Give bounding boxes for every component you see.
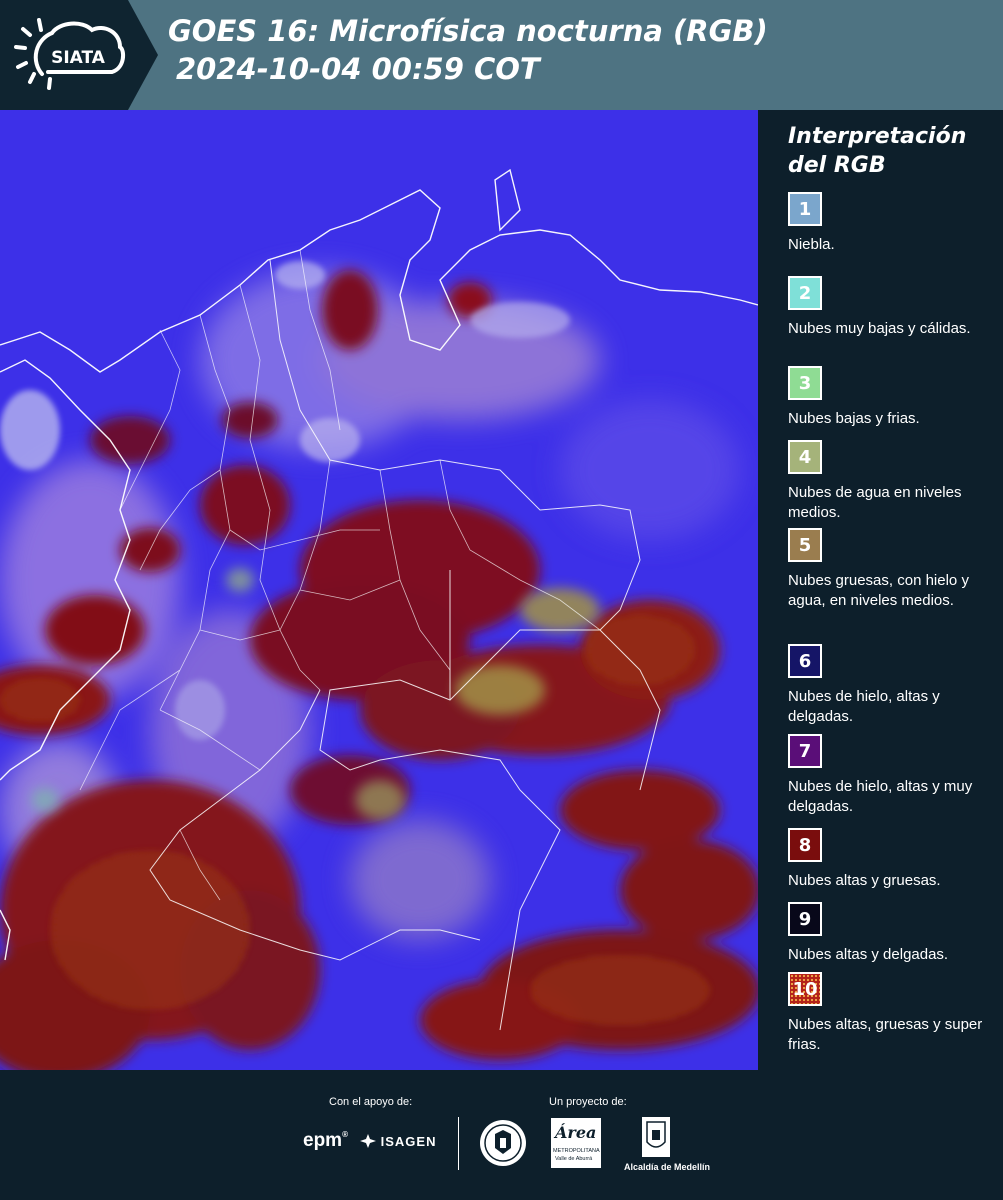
- legend-item: 4 Nubes de agua en niveles medios.: [788, 440, 993, 523]
- legend-item: 9 Nubes altas y delgadas.: [788, 902, 993, 965]
- legend-item: 8 Nubes altas y gruesas.: [788, 828, 993, 891]
- satellite-map: [0, 110, 758, 1070]
- page-title: GOES 16: Microfísica nocturna (RGB): [168, 14, 768, 48]
- legend-item: 2 Nubes muy bajas y cálidas.: [788, 276, 993, 339]
- isagen-mark-icon: [360, 1134, 376, 1148]
- legend-label: Nubes muy bajas y cálidas.: [788, 320, 971, 337]
- legend-swatch: 6: [788, 644, 822, 678]
- footer-divider: [458, 1117, 459, 1170]
- legend-item: 1 Niebla.: [788, 192, 993, 255]
- legend-swatch: 5: [788, 528, 822, 562]
- legend-label: Nubes altas y delgadas.: [788, 946, 949, 963]
- isagen-logo: ISAGEN: [360, 1134, 436, 1149]
- area-metropolitana-logo: Área METROPOLITANA Valle de Aburrá: [551, 1118, 601, 1168]
- epm-logo: epm®: [303, 1130, 348, 1152]
- legend-item: 7 Nubes de hielo, altas y muy delgadas.: [788, 734, 993, 817]
- legend-swatch: 8: [788, 828, 822, 862]
- legend-label: Nubes altas, gruesas y super frias.: [788, 1016, 983, 1053]
- isagen-logo-text: ISAGEN: [380, 1134, 437, 1149]
- legend-label: Niebla.: [788, 236, 835, 253]
- legend-title: Interpretación del RGB: [788, 124, 967, 178]
- legend-label: Nubes de hielo, altas y muy delgadas.: [788, 778, 973, 815]
- epm-registered-mark: ®: [342, 1130, 348, 1139]
- legend-panel: Interpretación del RGB 1 Niebla. 2 Nubes mu…: [758, 110, 1003, 1070]
- legend-item: 3 Nubes bajas y frias.: [788, 366, 993, 429]
- legend-item: 6 Nubes de hielo, altas y delgadas.: [788, 644, 993, 727]
- legend-label: Nubes gruesas, con hielo y agua, en nive…: [788, 572, 969, 609]
- page-timestamp: 2024-10-04 00:59 COT: [176, 52, 540, 86]
- area-logo-text: Área: [555, 1123, 597, 1142]
- area-name-line2: Valle de Aburrá: [555, 1156, 593, 1162]
- alcaldia-label: Alcaldía de Medellín: [624, 1162, 711, 1172]
- legend-label: Nubes de agua en niveles medios.: [788, 484, 962, 521]
- legend-swatch: 10: [788, 972, 822, 1006]
- logo-text: SIATA: [51, 48, 106, 68]
- project-label: Un proyecto de:: [549, 1096, 627, 1108]
- legend-item: 10 Nubes altas, gruesas y super frias.: [788, 972, 993, 1055]
- universidad-seal-icon: [480, 1120, 526, 1166]
- legend-label: Nubes altas y gruesas.: [788, 872, 941, 889]
- header: SIATA GOES 16: Microfísica nocturna (RGB…: [0, 0, 1003, 110]
- legend-label: Nubes de hielo, altas y delgadas.: [788, 688, 940, 725]
- legend-swatch: 4: [788, 440, 822, 474]
- legend-swatch: 3: [788, 366, 822, 400]
- legend-swatch: 7: [788, 734, 822, 768]
- legend-swatch: 9: [788, 902, 822, 936]
- epm-logo-text: epm: [303, 1130, 343, 1151]
- area-name-line1: METROPOLITANA: [553, 1148, 600, 1154]
- legend-item: 5 Nubes gruesas, con hielo y agua, en niv…: [788, 528, 993, 611]
- legend-swatch: 2: [788, 276, 822, 310]
- siata-logo: SIATA: [14, 18, 126, 90]
- support-label: Con el apoyo de:: [329, 1096, 413, 1108]
- legend-label: Nubes bajas y frias.: [788, 410, 920, 427]
- satellite-map-canvas: [0, 110, 758, 1070]
- footer: Con el apoyo de: Un proyecto de: epm® IS…: [0, 1070, 1003, 1200]
- legend-swatch: 1: [788, 192, 822, 226]
- alcaldia-shield-icon: [642, 1117, 670, 1157]
